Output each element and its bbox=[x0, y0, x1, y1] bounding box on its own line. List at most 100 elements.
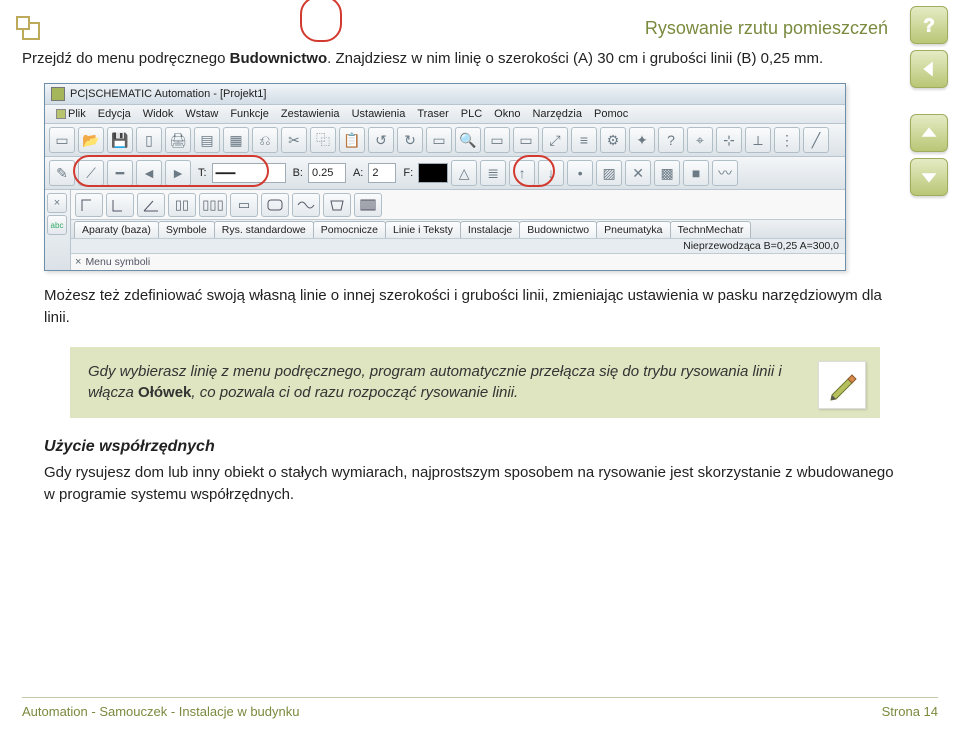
field-t[interactable]: ━━━ bbox=[212, 163, 286, 183]
menu-wstaw[interactable]: Wstaw bbox=[180, 107, 223, 121]
toolbar-btn[interactable]: ⚙ bbox=[600, 127, 626, 153]
shape-window2[interactable]: ▯▯ bbox=[168, 193, 196, 217]
menu-narzedzia[interactable]: Narzędzia bbox=[527, 107, 587, 121]
menu-zestawienia[interactable]: Zestawienia bbox=[276, 107, 345, 121]
toolbar-btn[interactable]: ▭ bbox=[484, 127, 510, 153]
app-screenshot: PC|SCHEMATIC Automation - [Projekt1] Pli… bbox=[44, 83, 846, 271]
menu-widok[interactable]: Widok bbox=[138, 107, 179, 121]
tab-aparaty[interactable]: Aparaty (baza) bbox=[74, 221, 159, 238]
nav-prev-button[interactable] bbox=[910, 50, 948, 88]
toolbar-btn[interactable]: 🖨 bbox=[165, 127, 191, 153]
cross-icon[interactable]: ✕ bbox=[625, 160, 651, 186]
tabs-row: Aparaty (baza) Symbole Rys. standardowe … bbox=[71, 219, 845, 238]
toolbar-btn[interactable]: ⎌ bbox=[252, 127, 278, 153]
tab-pomocnicze[interactable]: Pomocnicze bbox=[313, 221, 386, 238]
toolbar-btn[interactable]: ✦ bbox=[629, 127, 655, 153]
menu-edycja[interactable]: Edycja bbox=[93, 107, 136, 121]
toolbar-btn[interactable]: ✂ bbox=[281, 127, 307, 153]
shape-door1[interactable] bbox=[75, 193, 103, 217]
toolbar-btn[interactable]: ▭ bbox=[426, 127, 452, 153]
toolbar-btn[interactable]: 📋 bbox=[339, 127, 365, 153]
zigzag-icon[interactable]: 〰 bbox=[712, 160, 738, 186]
bars-icon[interactable]: ≣ bbox=[480, 160, 506, 186]
line-style[interactable]: ━ bbox=[107, 160, 133, 186]
toolbar-btn[interactable]: ⟂ bbox=[745, 127, 771, 153]
toolbar-btn[interactable]: ▯ bbox=[136, 127, 162, 153]
hatch1-icon[interactable]: ▨ bbox=[596, 160, 622, 186]
app-title-text: PC|SCHEMATIC Automation - [Projekt1] bbox=[70, 88, 266, 100]
pencil-icon-badge bbox=[818, 361, 866, 409]
close-x-icon[interactable]: × bbox=[47, 193, 67, 213]
shape-door2[interactable] bbox=[106, 193, 134, 217]
tab-rys-std[interactable]: Rys. standardowe bbox=[214, 221, 314, 238]
shape-sink[interactable] bbox=[323, 193, 351, 217]
toolbar-btn[interactable]: ⊹ bbox=[716, 127, 742, 153]
shape-window1[interactable]: ▭ bbox=[230, 193, 258, 217]
tri-icon[interactable]: △ bbox=[451, 160, 477, 186]
down-icon[interactable]: ↓ bbox=[538, 160, 564, 186]
app-icon bbox=[51, 87, 65, 101]
dot-icon[interactable]: • bbox=[567, 160, 593, 186]
toolbar-btn[interactable]: 🔍 bbox=[455, 127, 481, 153]
shape-bath[interactable] bbox=[261, 193, 289, 217]
paragraph-2: Możesz też zdefiniować swoją własną lini… bbox=[44, 285, 898, 329]
toolbar-btn[interactable]: ⋮ bbox=[774, 127, 800, 153]
help-button[interactable]: ? bbox=[910, 6, 948, 44]
tab-budownictwo[interactable]: Budownictwo bbox=[519, 221, 597, 238]
svg-text:?: ? bbox=[924, 14, 935, 35]
close-x2-icon[interactable]: × bbox=[75, 256, 81, 268]
shape-window3[interactable]: ▯▯▯ bbox=[199, 193, 227, 217]
menu-ustawienia[interactable]: Ustawienia bbox=[347, 107, 411, 121]
toolbar-btn[interactable]: ⿻ bbox=[310, 127, 336, 153]
toolbar-btn[interactable]: ⤢ bbox=[542, 127, 568, 153]
abc-icon[interactable]: abc bbox=[47, 215, 67, 235]
footer-right: Strona 14 bbox=[882, 704, 938, 719]
nav-down-button[interactable] bbox=[910, 158, 948, 196]
shape-wave[interactable] bbox=[292, 193, 320, 217]
shape-angle[interactable] bbox=[137, 193, 165, 217]
page-icon bbox=[22, 22, 40, 40]
field-b-label: B: bbox=[293, 167, 303, 179]
field-f[interactable] bbox=[418, 163, 448, 183]
toolbar-btn[interactable]: ↺ bbox=[368, 127, 394, 153]
menu-okno[interactable]: Okno bbox=[489, 107, 525, 121]
line-toolbar: ✎ ⟋ ━ ◄ ► T: ━━━ B: 0.25 A: 2 F: △ ≣ ↑ ↓… bbox=[45, 156, 845, 189]
toolbar-btn[interactable]: ▭ bbox=[49, 127, 75, 153]
toolbar-btn[interactable]: ▤ bbox=[194, 127, 220, 153]
pencil-icon[interactable]: ✎ bbox=[49, 160, 75, 186]
menu-plik[interactable]: Plik bbox=[68, 108, 86, 120]
toolbar-btn[interactable]: ≡ bbox=[571, 127, 597, 153]
toolbar-btn[interactable]: ? bbox=[658, 127, 684, 153]
intro-paragraph: Przejdź do menu podręcznego Budownictwo.… bbox=[22, 48, 938, 69]
nav-up-button[interactable] bbox=[910, 114, 948, 152]
toolbar-btn[interactable]: 💾 bbox=[107, 127, 133, 153]
toolbar-btn[interactable]: 📂 bbox=[78, 127, 104, 153]
tab-instalacje[interactable]: Instalacje bbox=[460, 221, 520, 238]
menu-plc[interactable]: PLC bbox=[456, 107, 487, 121]
toolbar-btn[interactable]: ▦ bbox=[223, 127, 249, 153]
toolbar-btn[interactable]: ↻ bbox=[397, 127, 423, 153]
shape-toolbar: ▯▯ ▯▯▯ ▭ bbox=[71, 190, 845, 219]
line-tool[interactable]: ⟋ bbox=[78, 160, 104, 186]
menu-funkcje[interactable]: Funkcje bbox=[225, 107, 274, 121]
tab-techn[interactable]: TechnMechatr bbox=[670, 221, 752, 238]
status-text: Nieprzewodząca B=0,25 A=300,0 bbox=[683, 240, 839, 252]
toolbar-btn[interactable]: ▭ bbox=[513, 127, 539, 153]
field-a[interactable]: 2 bbox=[368, 163, 396, 183]
tab-linie[interactable]: Linie i Teksty bbox=[385, 221, 461, 238]
field-b[interactable]: 0.25 bbox=[308, 163, 346, 183]
arrow-left-icon[interactable]: ◄ bbox=[136, 160, 162, 186]
tab-pneumatyka[interactable]: Pneumatyka bbox=[596, 221, 670, 238]
toolbar-btn[interactable]: ⌖ bbox=[687, 127, 713, 153]
arrow-right-icon[interactable]: ► bbox=[165, 160, 191, 186]
page-title: Rysowanie rzutu pomieszczeń bbox=[645, 18, 938, 39]
shape-stairs[interactable] bbox=[354, 193, 382, 217]
menu-traser[interactable]: Traser bbox=[412, 107, 453, 121]
up-icon[interactable]: ↑ bbox=[509, 160, 535, 186]
tab-symbole[interactable]: Symbole bbox=[158, 221, 215, 238]
menu-pomoc[interactable]: Pomoc bbox=[589, 107, 633, 121]
toolbar-btn[interactable]: ╱ bbox=[803, 127, 829, 153]
field-f-label: F: bbox=[403, 167, 413, 179]
hatch2-icon[interactable]: ▩ bbox=[654, 160, 680, 186]
solid-icon[interactable]: ■ bbox=[683, 160, 709, 186]
